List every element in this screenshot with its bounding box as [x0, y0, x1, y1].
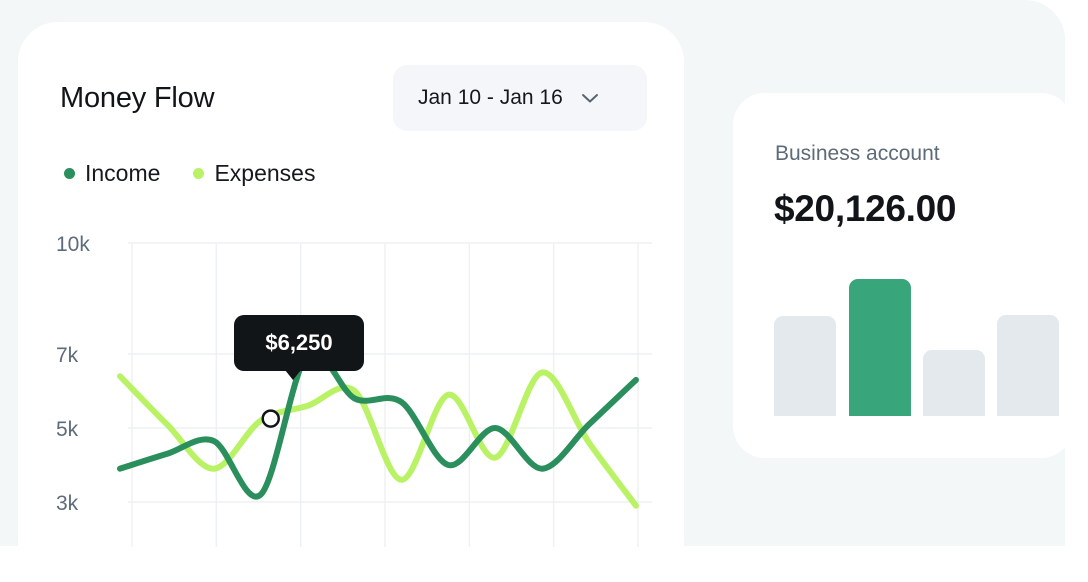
highlight-point[interactable] [261, 409, 280, 428]
income-data-point[interactable] [258, 492, 264, 498]
account-bar[interactable] [849, 279, 911, 416]
account-bar[interactable] [923, 350, 985, 416]
income-data-point[interactable] [117, 466, 123, 472]
income-data-point[interactable] [586, 421, 592, 427]
income-data-point[interactable] [398, 399, 404, 405]
expenses-data-point[interactable] [539, 370, 545, 376]
income-data-point[interactable] [633, 377, 639, 383]
expenses-data-point[interactable] [211, 466, 217, 472]
y-tick-label: 5k [56, 418, 79, 441]
expenses-data-point[interactable] [352, 388, 358, 394]
income-data-point[interactable] [164, 451, 170, 457]
tooltip-value: $6,250 [265, 330, 333, 355]
y-tick-label: 7k [56, 344, 79, 367]
value-tooltip: $6,250 [234, 315, 364, 380]
business-account-card[interactable]: Business account $20,126.00 [733, 93, 1073, 458]
money-flow-card: Money Flow Jan 10 - Jan 16 Income Expens… [18, 22, 684, 582]
expenses-data-point[interactable] [445, 392, 451, 398]
y-tick-label: 10k [56, 233, 90, 256]
income-data-point[interactable] [492, 425, 498, 431]
expenses-data-point[interactable] [164, 421, 170, 427]
expenses-data-point[interactable] [633, 503, 639, 509]
income-data-point[interactable] [539, 466, 545, 472]
income-data-point[interactable] [211, 438, 217, 444]
expenses-data-point[interactable] [586, 440, 592, 446]
expenses-data-point[interactable] [117, 373, 123, 379]
account-balance: $20,126.00 [774, 188, 957, 229]
account-bar[interactable] [774, 316, 836, 416]
y-tick-label: 3k [56, 492, 79, 515]
expenses-data-point[interactable] [398, 477, 404, 483]
income-line [117, 348, 639, 500]
income-data-point[interactable] [352, 395, 358, 401]
account-bar[interactable] [997, 315, 1059, 416]
expenses-data-point[interactable] [305, 403, 311, 409]
expenses-data-point[interactable] [492, 455, 498, 461]
account-label: Business account [775, 142, 940, 165]
money-flow-chart: 10k 7k 5k 3k [56, 233, 652, 547]
income-data-point[interactable] [445, 462, 451, 468]
